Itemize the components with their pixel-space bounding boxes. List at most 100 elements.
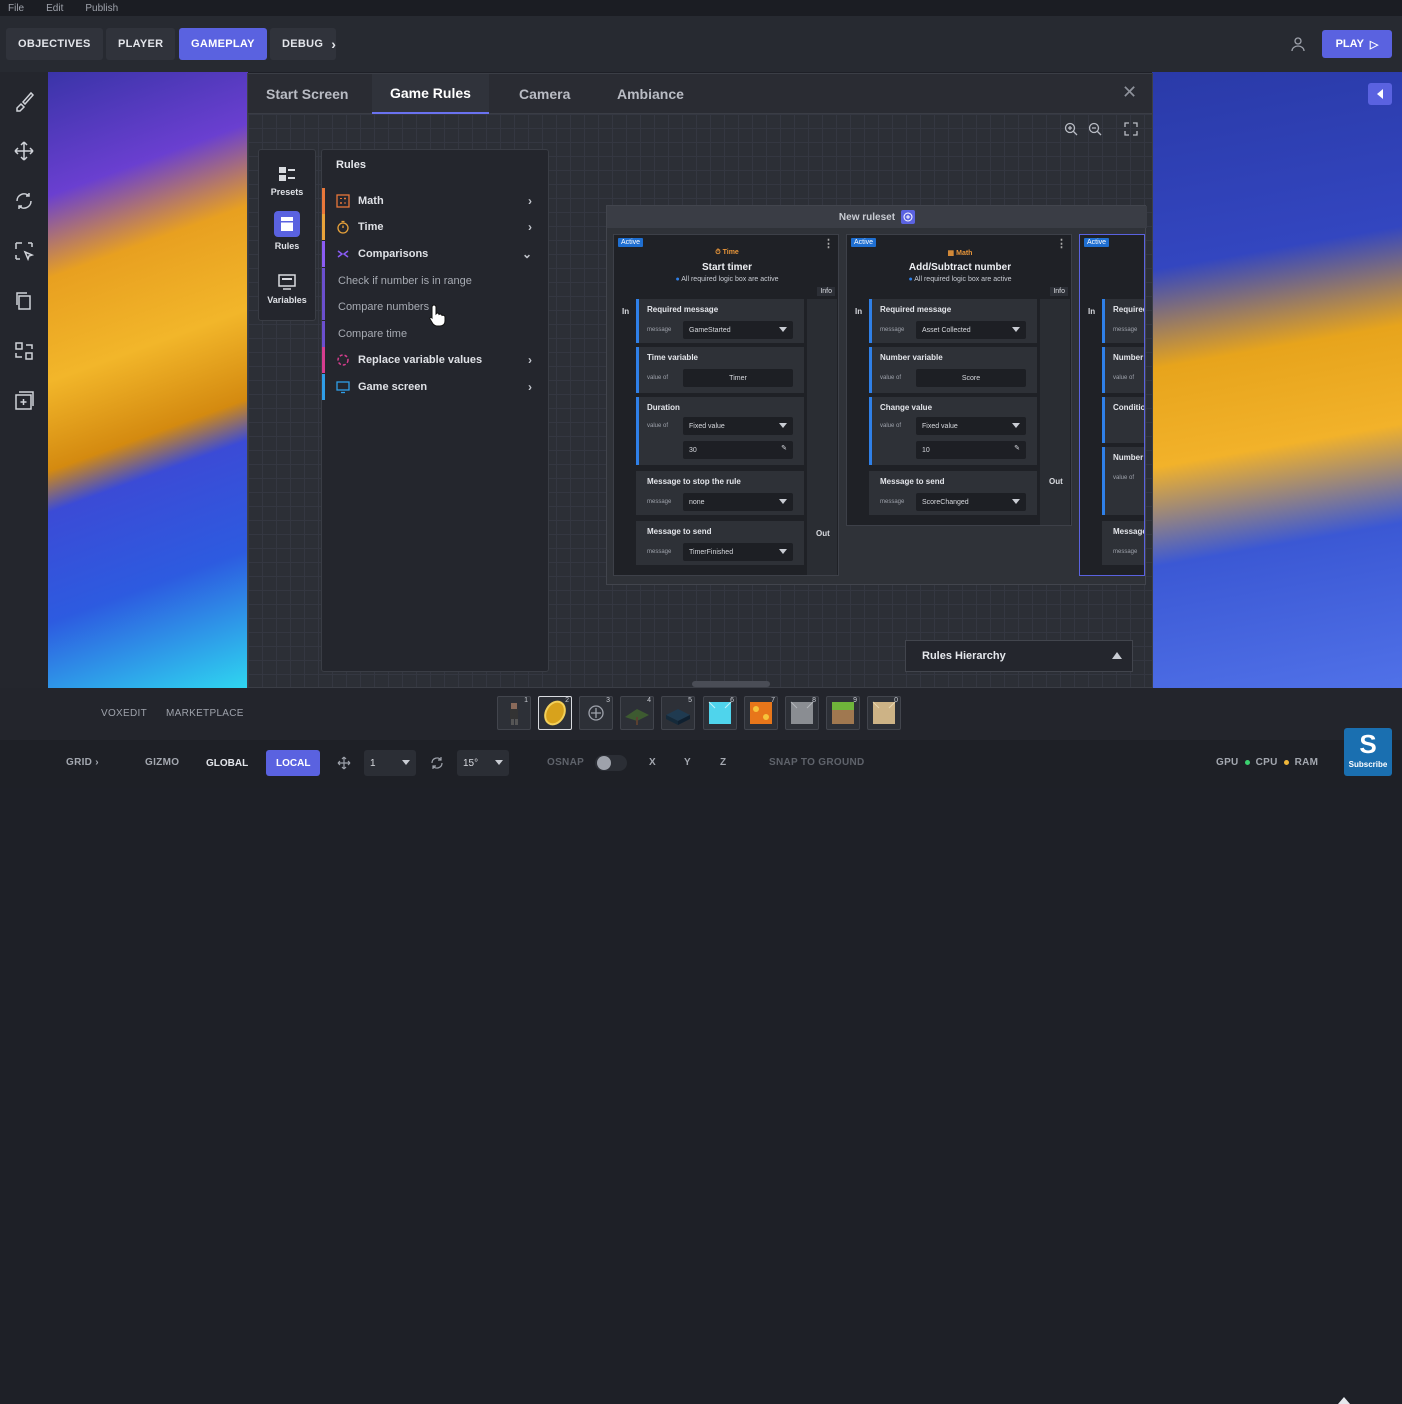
debug-button[interactable]: DEBUG › bbox=[270, 28, 336, 60]
horizontal-scrollbar[interactable] bbox=[692, 681, 770, 687]
axis-z-toggle[interactable]: Z bbox=[720, 757, 726, 768]
snap-to-ground-button[interactable]: SNAP TO GROUND bbox=[769, 757, 865, 768]
close-icon[interactable]: ✕ bbox=[1122, 83, 1138, 101]
rule-card-start-timer[interactable]: Active ⋮ ⏱ Time Start timer ● All requir… bbox=[613, 234, 839, 576]
play-button[interactable]: PLAY ▷ bbox=[1322, 30, 1392, 58]
presets-nav-item[interactable]: Presets bbox=[259, 156, 315, 206]
tab-voxedit[interactable]: VOXEDIT bbox=[101, 708, 147, 719]
osnap-toggle[interactable] bbox=[595, 755, 627, 771]
move-step-select[interactable]: 1 bbox=[364, 750, 416, 776]
rotate-step-select[interactable]: 15° bbox=[457, 750, 509, 776]
asset-slot-character[interactable]: 1 bbox=[497, 696, 531, 730]
asset-slot-tree[interactable]: 4 bbox=[620, 696, 654, 730]
collapse-panel-button[interactable] bbox=[1368, 83, 1392, 105]
pencil-icon[interactable]: ✎ bbox=[781, 444, 787, 452]
select-icon[interactable] bbox=[11, 236, 37, 266]
menu-publish[interactable]: Publish bbox=[85, 3, 118, 14]
menu-file[interactable]: File bbox=[8, 3, 24, 14]
tab-game-rules[interactable]: Game Rules bbox=[372, 74, 489, 114]
field-label: Number variable bbox=[880, 353, 943, 362]
axis-x-toggle[interactable]: X bbox=[649, 757, 656, 768]
rule-card-partial[interactable]: Active In Required message Number value of… bbox=[1079, 234, 1145, 576]
asset-slot-sand[interactable]: 0 bbox=[867, 696, 901, 730]
asset-slot-lava[interactable]: 7 bbox=[744, 696, 778, 730]
rule-category-replace-variable[interactable]: Replace variable values › bbox=[322, 347, 548, 373]
rule-category-time[interactable]: Time › bbox=[322, 214, 548, 240]
presets-label: Presets bbox=[270, 187, 304, 197]
rule-category-label: Replace variable values bbox=[358, 354, 483, 366]
field-label: Required message bbox=[880, 305, 952, 314]
message-dropdown[interactable]: TimerFinished bbox=[683, 543, 793, 561]
slot-number: 2 bbox=[565, 697, 569, 704]
add-ruleset-icon[interactable] bbox=[901, 210, 916, 224]
zoom-out-icon[interactable] bbox=[1088, 122, 1102, 136]
variables-nav-item[interactable]: Variables bbox=[259, 264, 315, 314]
value-type-dropdown[interactable]: Fixed value bbox=[916, 417, 1026, 435]
gameplay-label: GAMEPLAY bbox=[191, 38, 255, 50]
slot-number: 0 bbox=[894, 697, 898, 704]
field-key: value of bbox=[647, 375, 669, 381]
output-port-label: Out bbox=[816, 529, 830, 538]
value-type-dropdown[interactable]: Fixed value bbox=[683, 417, 793, 435]
brush-icon[interactable] bbox=[11, 86, 37, 116]
tab-marketplace[interactable]: MARKETPLACE bbox=[166, 708, 244, 719]
rule-category-comparisons[interactable]: Comparisons ⌄ bbox=[322, 241, 548, 267]
axis-y-toggle[interactable]: Y bbox=[684, 757, 691, 768]
rules-hierarchy-toggle[interactable]: Rules Hierarchy bbox=[905, 640, 1133, 672]
tab-camera[interactable]: Camera bbox=[501, 74, 588, 114]
rule-category-math[interactable]: Math › bbox=[322, 188, 548, 214]
message-dropdown[interactable]: Asset Collected bbox=[916, 321, 1026, 339]
variable-selector[interactable]: Timer bbox=[683, 369, 793, 387]
field-key: value of bbox=[880, 375, 902, 381]
rule-category-game-screen[interactable]: Game screen › bbox=[322, 374, 548, 400]
duration-input[interactable]: 30 ✎ bbox=[683, 441, 793, 459]
info-button[interactable]: Info bbox=[1050, 287, 1068, 296]
asset-slot-coin[interactable]: 2 bbox=[538, 696, 572, 730]
asset-slot-ice[interactable]: 6 bbox=[703, 696, 737, 730]
objectives-button[interactable]: OBJECTIVES bbox=[6, 28, 103, 60]
asset-slot-dark-block[interactable]: 5 bbox=[661, 696, 695, 730]
triangle-up-icon[interactable] bbox=[1338, 1397, 1350, 1404]
rules-canvas[interactable]: Presets Rules Variables Rules Math › Tim… bbox=[248, 114, 1152, 687]
pencil-icon[interactable]: ✎ bbox=[1014, 444, 1020, 452]
chevron-down-icon: ⌄ bbox=[521, 247, 532, 261]
move-icon[interactable] bbox=[11, 136, 37, 166]
field-send-message: Message to send message TimerFinished bbox=[636, 521, 804, 565]
gameplay-button[interactable]: GAMEPLAY bbox=[179, 28, 267, 60]
variable-selector[interactable]: Score bbox=[916, 369, 1026, 387]
tab-start-screen[interactable]: Start Screen bbox=[248, 74, 366, 114]
swap-icon[interactable] bbox=[11, 336, 37, 366]
field-key: message bbox=[880, 327, 905, 333]
change-value-input[interactable]: 10 ✎ bbox=[916, 441, 1026, 459]
copy-icon[interactable] bbox=[11, 286, 37, 316]
message-dropdown[interactable]: none bbox=[683, 493, 793, 511]
asset-slot-spawn[interactable]: 3 bbox=[579, 696, 613, 730]
input-port-label: In bbox=[855, 307, 863, 316]
rules-nav-item[interactable]: Rules bbox=[259, 206, 315, 256]
grid-toggle[interactable]: GRID › bbox=[66, 757, 99, 768]
global-button[interactable]: GLOBAL bbox=[196, 750, 258, 776]
output-spine bbox=[1040, 299, 1070, 525]
asset-slot-stone[interactable]: 8 bbox=[785, 696, 819, 730]
local-button[interactable]: LOCAL bbox=[266, 750, 321, 776]
fullscreen-icon[interactable] bbox=[1124, 122, 1138, 136]
rule-card-add-subtract[interactable]: Active ⋮ ▦ Math Add/Subtract number ● Al… bbox=[846, 234, 1072, 526]
add-object-icon[interactable] bbox=[11, 386, 37, 416]
tab-ambiance[interactable]: Ambiance bbox=[599, 74, 702, 114]
player-button[interactable]: PLAYER bbox=[106, 28, 176, 60]
menu-edit[interactable]: Edit bbox=[46, 3, 63, 14]
rule-item-check-range[interactable]: Check if number is in range bbox=[322, 268, 548, 294]
rules-title: Rules bbox=[336, 159, 366, 171]
zoom-in-icon[interactable] bbox=[1064, 122, 1078, 136]
scene-viewport-left[interactable] bbox=[48, 72, 248, 688]
subscribe-badge[interactable]: S Subscribe bbox=[1344, 728, 1392, 776]
rotate-icon[interactable] bbox=[11, 186, 37, 216]
message-dropdown[interactable]: GameStarted bbox=[683, 321, 793, 339]
field-key: message bbox=[647, 327, 672, 333]
user-icon[interactable] bbox=[1290, 36, 1306, 52]
asset-slot-grass[interactable]: 9 bbox=[826, 696, 860, 730]
field-change-value: Change value value of Fixed value 10 ✎ bbox=[869, 397, 1037, 465]
info-button[interactable]: Info bbox=[817, 287, 835, 296]
scene-viewport-right[interactable] bbox=[1152, 72, 1402, 688]
message-dropdown[interactable]: ScoreChanged bbox=[916, 493, 1026, 511]
